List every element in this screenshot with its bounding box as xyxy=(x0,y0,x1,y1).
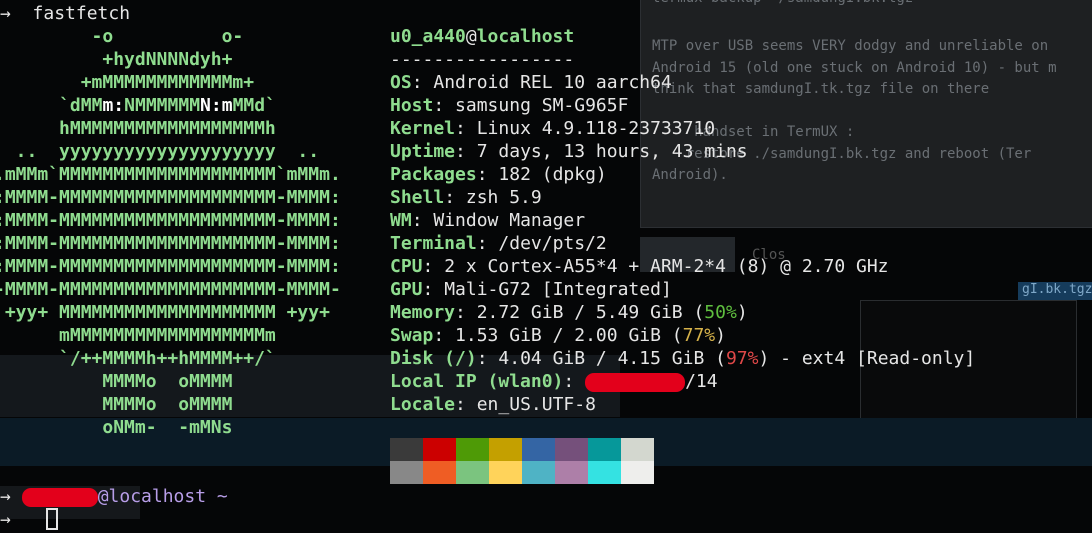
prompt-arrow-icon: → xyxy=(0,3,11,24)
info-uptime: Uptime: 7 days, 13 hours, 43 mins xyxy=(390,141,748,162)
logo-line: MMMMo oMMMM xyxy=(0,371,233,392)
logo-line: .mMMm`MMMMMMMMMMMMMMMMMMMM`mMMm. xyxy=(0,164,341,185)
palette-swatch xyxy=(390,461,423,484)
info-separator: ----------------- xyxy=(390,49,575,70)
palette-swatch xyxy=(423,461,456,484)
info-local-ip: Local IP (wlan0): /14 xyxy=(390,371,718,392)
prompt-arrow-icon: → xyxy=(0,509,11,530)
palette-swatch xyxy=(621,438,654,461)
logo-line: +hydNNNNdyh+ xyxy=(0,49,233,70)
logo-line: `dMMm:NMMMMMMN:mMMd` xyxy=(59,95,276,116)
logo-line: hMMMMMMMMMMMMMMMMMMh xyxy=(0,118,276,139)
background-note-window: termux-backup ~/samdungI.bk.tgz MTP over… xyxy=(640,0,1092,228)
logo-line: +yy+ MMMMMMMMMMMMMMMMMMMM +yy+ xyxy=(0,302,330,323)
swap-percent: 77% xyxy=(682,325,716,346)
input-line: → xyxy=(0,508,11,531)
info-locale: Locale: en_US.UTF-8 xyxy=(390,394,596,415)
prompt-host: @localhost xyxy=(97,486,207,507)
info-title: u0_a440@localhost xyxy=(390,26,575,47)
logo-line: .. yyyyyyyyyyyyyyyyyyyy .. xyxy=(0,141,320,162)
palette-swatch xyxy=(456,438,489,461)
logo-line: :MMMM-MMMMMMMMMMMMMMMMMMMM-MMMM: xyxy=(0,187,341,208)
redacted-ip xyxy=(585,372,686,392)
prompt-line: → @localhost ~ xyxy=(0,485,228,508)
info-gpu: GPU: Mali-G72 [Integrated] xyxy=(390,279,672,300)
info-shell: Shell: zsh 5.9 xyxy=(390,187,542,208)
palette-swatch xyxy=(456,461,489,484)
info-memory: Memory: 2.72 GiB / 5.49 GiB (50%) xyxy=(390,302,748,323)
info-swap: Swap: 1.53 GiB / 2.00 GiB (77%) xyxy=(390,325,726,346)
logo-line: -MMMM-MMMMMMMMMMMMMMMMMMMM-MMMM- xyxy=(0,279,341,300)
palette-swatch xyxy=(423,438,456,461)
background-file-label: gI.bk.tgz xyxy=(1018,282,1092,300)
info-packages: Packages: 182 (dpkg) xyxy=(390,164,607,185)
prompt-path: ~ xyxy=(216,486,228,507)
terminal-cursor[interactable] xyxy=(46,508,58,530)
logo-line: -o o- xyxy=(0,26,244,47)
command-text: fastfetch xyxy=(32,3,131,24)
logo-line: :MMMM-MMMMMMMMMMMMMMMMMMMM-MMMM: xyxy=(0,256,341,277)
palette-swatch xyxy=(588,438,621,461)
palette-swatch xyxy=(522,438,555,461)
command-line: → fastfetch xyxy=(0,2,130,25)
logo-line: oNMm- -mMNs xyxy=(0,417,233,438)
palette-swatch xyxy=(489,461,522,484)
logo-line: mMMMMMMMMMMMMMMMMMMm xyxy=(0,325,276,346)
info-os: OS: Android REL 10 aarch64 xyxy=(390,72,672,93)
redacted-username xyxy=(21,487,98,507)
info-host: Host: samsung SM-G965F xyxy=(390,95,629,116)
info-wm: WM: Window Manager xyxy=(390,210,586,231)
background-note-line: termux-backup ~/samdungI.bk.tgz xyxy=(652,0,913,10)
info-kernel: Kernel: Linux 4.9.118-23733710 xyxy=(390,118,716,139)
palette-swatch xyxy=(555,438,588,461)
info-terminal: Terminal: /dev/pts/2 xyxy=(390,233,607,254)
prompt-arrow-icon: → xyxy=(0,486,11,507)
background-note-text: MTP over USB seems VERY dodgy and unreli… xyxy=(652,38,1057,183)
logo-line: +mMMMMMMMMMMMMm+ xyxy=(0,72,255,93)
palette-swatch xyxy=(588,461,621,484)
logo-line: :MMMM-MMMMMMMMMMMMMMMMMMMM-MMMM: xyxy=(0,233,341,254)
palette-swatch xyxy=(522,461,555,484)
logo-line: `/++MMMMh++hMMMM++/` xyxy=(0,348,276,369)
palette-swatch xyxy=(621,461,654,484)
palette-swatch xyxy=(555,461,588,484)
disk-percent: 97% xyxy=(725,348,759,369)
logo-line: :MMMM-MMMMMMMMMMMMMMMMMMMM-MMMM: xyxy=(0,210,341,231)
palette-swatch xyxy=(390,438,423,461)
info-cpu: CPU: 2 x Cortex-A55*4 + ARM-2*4 (8) @ 2.… xyxy=(390,256,889,277)
palette-swatch xyxy=(489,438,522,461)
logo-line: MMMMo oMMMM xyxy=(0,394,233,415)
memory-percent: 50% xyxy=(704,302,737,323)
info-disk: Disk (/): 4.04 GiB / 4.15 GiB (97%) - ex… xyxy=(390,348,976,369)
